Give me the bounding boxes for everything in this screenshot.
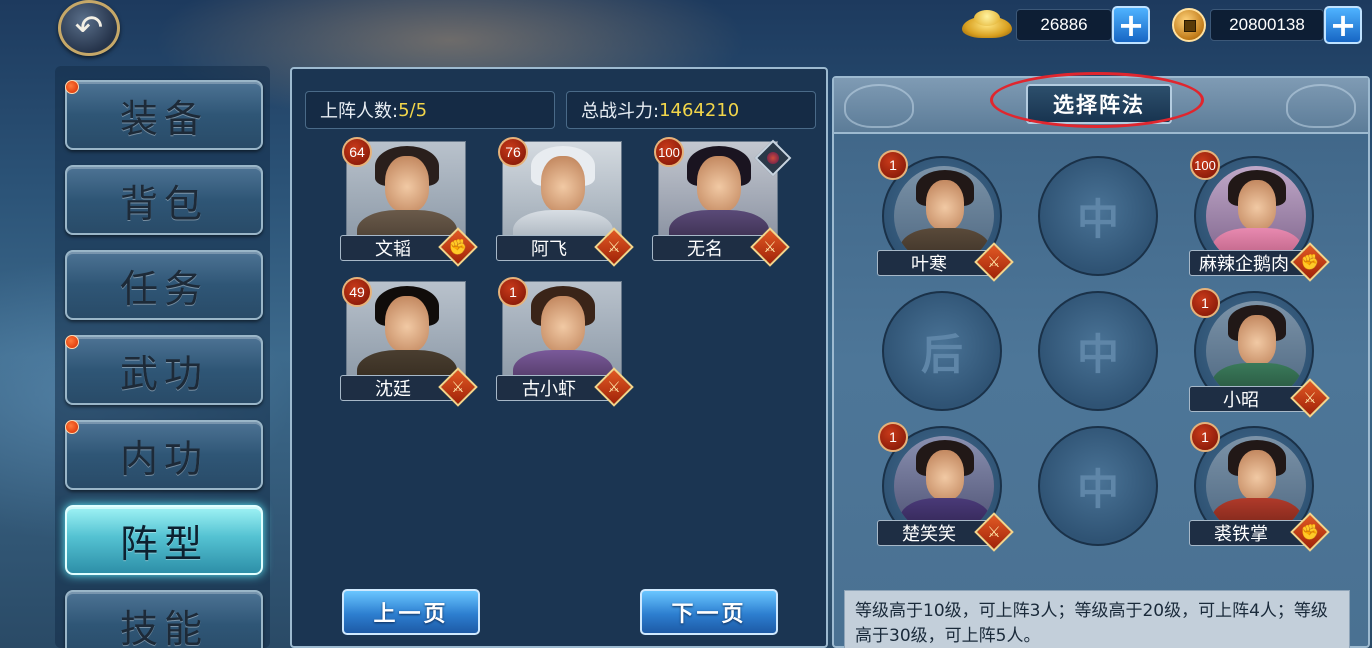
add-coins-button[interactable]: + bbox=[1324, 6, 1362, 44]
hero-level-badge: 64 bbox=[342, 137, 372, 167]
deployed-count-label: 上阵人数: bbox=[320, 101, 399, 122]
gold-currency: 26886 + bbox=[960, 6, 1150, 44]
back-button[interactable]: ↶ bbox=[58, 0, 120, 56]
menu-formation[interactable]: 阵型 bbox=[65, 505, 263, 575]
add-gold-button[interactable]: + bbox=[1112, 6, 1150, 44]
highlight-circle bbox=[990, 72, 1204, 128]
hero-level-badge: 100 bbox=[1190, 150, 1220, 180]
menu-label: 任务 bbox=[119, 266, 208, 311]
next-page-button[interactable]: 下一页 bbox=[640, 589, 778, 635]
menu-quests[interactable]: 任务 bbox=[65, 250, 263, 320]
menu-backpack[interactable]: 背包 bbox=[65, 165, 263, 235]
slot-hero-name: 裘铁掌 bbox=[1189, 520, 1307, 546]
menu-equipment[interactable]: 装备 bbox=[65, 80, 263, 150]
total-power-value: 1464210 bbox=[659, 99, 740, 121]
menu-label: 阵型 bbox=[119, 521, 208, 566]
menu-label: 装备 bbox=[119, 96, 208, 141]
hero-level-badge: 100 bbox=[654, 137, 684, 167]
slot-position-label: 中 bbox=[1076, 194, 1119, 244]
deployed-count: 上阵人数: 5/5 bbox=[305, 91, 555, 129]
prev-page-button[interactable]: 上一页 bbox=[342, 589, 480, 635]
side-menu: 装备 背包 任务 武功 内功 阵型 技能 bbox=[55, 66, 270, 648]
hero-level-badge: 1 bbox=[1190, 422, 1220, 452]
hero-level-badge: 76 bbox=[498, 137, 528, 167]
total-power: 总战斗力: 1464210 bbox=[566, 91, 816, 129]
notification-dot bbox=[65, 420, 79, 434]
formation-header: 选择阵法 bbox=[834, 72, 1368, 134]
hero-card[interactable]: 古小虾 1 ⚔ bbox=[496, 277, 634, 407]
hero-card[interactable]: 无名 100 ⚔ bbox=[652, 137, 792, 267]
formation-slot-empty[interactable]: 中 bbox=[1038, 426, 1158, 546]
coin-currency: 20800138 + bbox=[1172, 6, 1362, 44]
hero-card[interactable]: 阿飞 76 ⚔ bbox=[496, 137, 634, 267]
hero-card[interactable]: 文韬 64 ✊ bbox=[340, 137, 478, 267]
formation-slot-empty[interactable]: 后 bbox=[882, 291, 1002, 411]
back-arrow-icon: ↶ bbox=[74, 8, 104, 48]
menu-inner-power[interactable]: 内功 bbox=[65, 420, 263, 490]
gold-amount: 26886 bbox=[1016, 9, 1112, 41]
slot-position-label: 中 bbox=[1076, 329, 1119, 379]
slot-position-label: 后 bbox=[920, 329, 963, 379]
notification-dot bbox=[65, 335, 79, 349]
deployed-count-value: 5/5 bbox=[398, 99, 428, 121]
coin-amount: 20800138 bbox=[1210, 9, 1324, 41]
menu-martial-arts[interactable]: 武功 bbox=[65, 335, 263, 405]
menu-label: 武功 bbox=[119, 351, 208, 396]
hero-level-badge: 1 bbox=[498, 277, 528, 307]
formation-slot-empty[interactable]: 中 bbox=[1038, 291, 1158, 411]
cloud-ornament-icon bbox=[844, 84, 914, 128]
notification-dot bbox=[65, 80, 79, 94]
menu-label: 技能 bbox=[119, 606, 208, 648]
formation-info-text: 等级高于10级，可上阵3人；等级高于20级，可上阵4人；等级高于30级，可上阵5… bbox=[844, 590, 1350, 648]
hero-level-badge: 49 bbox=[342, 277, 372, 307]
copper-coin-icon bbox=[1172, 8, 1206, 42]
formation-slot-empty[interactable]: 中 bbox=[1038, 156, 1158, 276]
menu-label: 内功 bbox=[119, 436, 208, 481]
hero-card[interactable]: 沈廷 49 ⚔ bbox=[340, 277, 478, 407]
slot-hero-name: 小昭 bbox=[1189, 386, 1307, 412]
gold-ingot-icon bbox=[960, 8, 1014, 42]
total-power-label: 总战斗力: bbox=[581, 101, 660, 122]
menu-label: 背包 bbox=[119, 181, 208, 226]
menu-skills[interactable]: 技能 bbox=[65, 590, 263, 648]
hero-level-badge: 1 bbox=[878, 422, 908, 452]
formation-panel: 选择阵法 1 叶寒 ⚔ 中 100 麻辣企鹅肉 ✊ 后 中 1 小昭 ⚔ 1 楚… bbox=[832, 72, 1370, 648]
roster-panel: 上阵人数: 5/5 总战斗力: 1464210 文韬 64 ✊ 阿飞 76 ⚔ … bbox=[290, 67, 828, 648]
hero-level-badge: 1 bbox=[1190, 288, 1220, 318]
slot-position-label: 中 bbox=[1076, 464, 1119, 514]
cloud-ornament-icon bbox=[1286, 84, 1356, 128]
hero-level-badge: 1 bbox=[878, 150, 908, 180]
